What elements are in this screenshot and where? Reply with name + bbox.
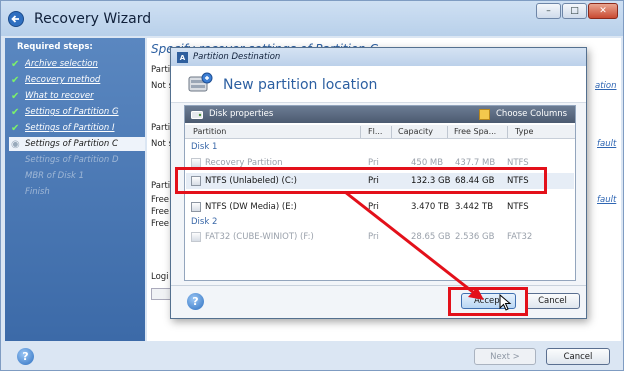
partition-disk-icon (191, 232, 201, 242)
current-step-icon: ◉ (11, 138, 20, 150)
cancel-button[interactable]: Cancel (525, 293, 580, 309)
dialog-title-bar: A Partition Destination (171, 48, 586, 66)
cancel-button[interactable]: Cancel (546, 348, 610, 365)
step-label: Settings of Partition C (25, 139, 118, 149)
partition-name: FAT32 (CUBE-WINIOT) (F:) (205, 232, 314, 242)
step-what-to-recover[interactable]: ✔ What to recover (11, 89, 143, 103)
footer-divider (171, 285, 586, 286)
highlight-box-accept (448, 287, 528, 316)
window-title: Recovery Wizard (34, 11, 152, 27)
column-header-partition[interactable]: Partition (193, 127, 226, 136)
partition-flag: Pri (368, 232, 379, 242)
column-header-type[interactable]: Type (515, 127, 533, 136)
step-recovery-method[interactable]: ✔ Recovery method (11, 73, 143, 87)
column-separator[interactable] (447, 126, 448, 138)
dialog-heading: New partition location (223, 77, 378, 93)
column-header-free-space[interactable]: Free Spa... (454, 127, 496, 136)
content-fragment: Parti (151, 123, 171, 133)
minimize-button[interactable]: – (536, 3, 561, 19)
sidebar-heading: Required steps: (17, 42, 93, 52)
column-header-flags[interactable]: Fl... (368, 127, 382, 136)
step-settings-partition-i[interactable]: ✔ Settings of Partition I (11, 121, 143, 135)
step-label: Finish (25, 187, 50, 197)
content-link-fragment[interactable]: fault (597, 139, 616, 149)
partition-location-icon (188, 72, 213, 92)
column-separator[interactable] (360, 126, 361, 138)
step-label: Settings of Partition I (25, 123, 115, 133)
panel-toolbar: Disk properties Choose Columns (185, 106, 575, 123)
partition-capacity: 3.470 TB (411, 202, 450, 212)
content-link-fragment[interactable]: ation (595, 81, 617, 91)
partition-type: NTFS (507, 202, 529, 212)
column-separator[interactable] (507, 126, 508, 138)
column-separator[interactable] (391, 126, 392, 138)
step-label: Archive selection (25, 59, 98, 69)
disk-properties-icon[interactable] (191, 109, 203, 120)
step-mbr-disk-1: MBR of Disk 1 (11, 169, 143, 183)
choose-columns-icon[interactable] (479, 109, 490, 120)
steps-sidebar: Required steps: ✔ Archive selection ✔ Re… (5, 38, 145, 341)
step-label: Settings of Partition G (25, 107, 119, 117)
content-fragment: Logi (151, 272, 169, 282)
maximize-button[interactable]: □ (562, 3, 587, 19)
partition-flag: Pri (368, 202, 379, 212)
step-label: Recovery method (25, 75, 101, 85)
step-label: MBR of Disk 1 (25, 171, 85, 181)
partition-disk-icon (191, 202, 201, 212)
content-link-fragment[interactable]: fault (597, 195, 616, 205)
content-fragment: Free (151, 219, 170, 229)
app-logo-icon: A (177, 52, 188, 63)
help-icon[interactable]: ? (17, 348, 34, 365)
check-icon: ✔ (11, 58, 20, 70)
back-arrow-icon[interactable] (7, 11, 25, 27)
check-icon: ✔ (11, 122, 20, 134)
disk-group-label: Disk 1 (191, 142, 218, 152)
content-fragment: Free (151, 207, 170, 217)
partition-row-e[interactable]: NTFS (DW Media) (E:) Pri 3.470 TB 3.442 … (186, 199, 574, 215)
help-icon[interactable]: ? (187, 293, 204, 310)
content-fragment: Free (151, 195, 170, 205)
step-label: What to recover (25, 91, 94, 101)
partition-row-f: FAT32 (CUBE-WINIOT) (F:) Pri 28.65 GB 2.… (186, 229, 574, 245)
content-fragment: Parti (151, 181, 171, 191)
highlight-box-partition-c (175, 167, 547, 194)
step-label: Settings of Partition D (25, 155, 119, 165)
dialog-title: Partition Destination (193, 52, 281, 62)
column-header-capacity[interactable]: Capacity (398, 127, 433, 136)
step-settings-partition-d: Settings of Partition D (11, 153, 143, 167)
choose-columns-button[interactable]: Choose Columns (496, 109, 567, 119)
step-settings-partition-g[interactable]: ✔ Settings of Partition G (11, 105, 143, 119)
mouse-cursor-icon (499, 294, 512, 311)
title-bar: Recovery Wizard – □ ✕ (1, 1, 623, 36)
dialog-header: New partition location (171, 66, 586, 103)
partition-type: FAT32 (507, 232, 533, 242)
step-archive-selection[interactable]: ✔ Archive selection (11, 57, 143, 71)
step-finish: Finish (11, 185, 143, 199)
step-settings-partition-c[interactable]: ◉ Settings of Partition C (9, 137, 145, 151)
next-button[interactable]: Next > (474, 348, 536, 365)
column-header-row: Partition Fl... Capacity Free Spa... Typ… (185, 125, 575, 139)
wizard-footer: ? Next > Cancel (1, 343, 623, 370)
partition-capacity: 28.65 GB (411, 232, 451, 242)
check-icon: ✔ (11, 90, 20, 102)
disk-properties-button[interactable]: Disk properties (209, 109, 273, 119)
close-button[interactable]: ✕ (588, 3, 618, 19)
partition-name: NTFS (DW Media) (E:) (205, 202, 297, 212)
content-fragment: Parti (151, 65, 171, 75)
partition-free-space: 3.442 TB (455, 202, 494, 212)
check-icon: ✔ (11, 106, 20, 118)
disk-group-label: Disk 2 (191, 217, 218, 227)
partition-free-space: 2.536 GB (455, 232, 495, 242)
check-icon: ✔ (11, 74, 20, 86)
